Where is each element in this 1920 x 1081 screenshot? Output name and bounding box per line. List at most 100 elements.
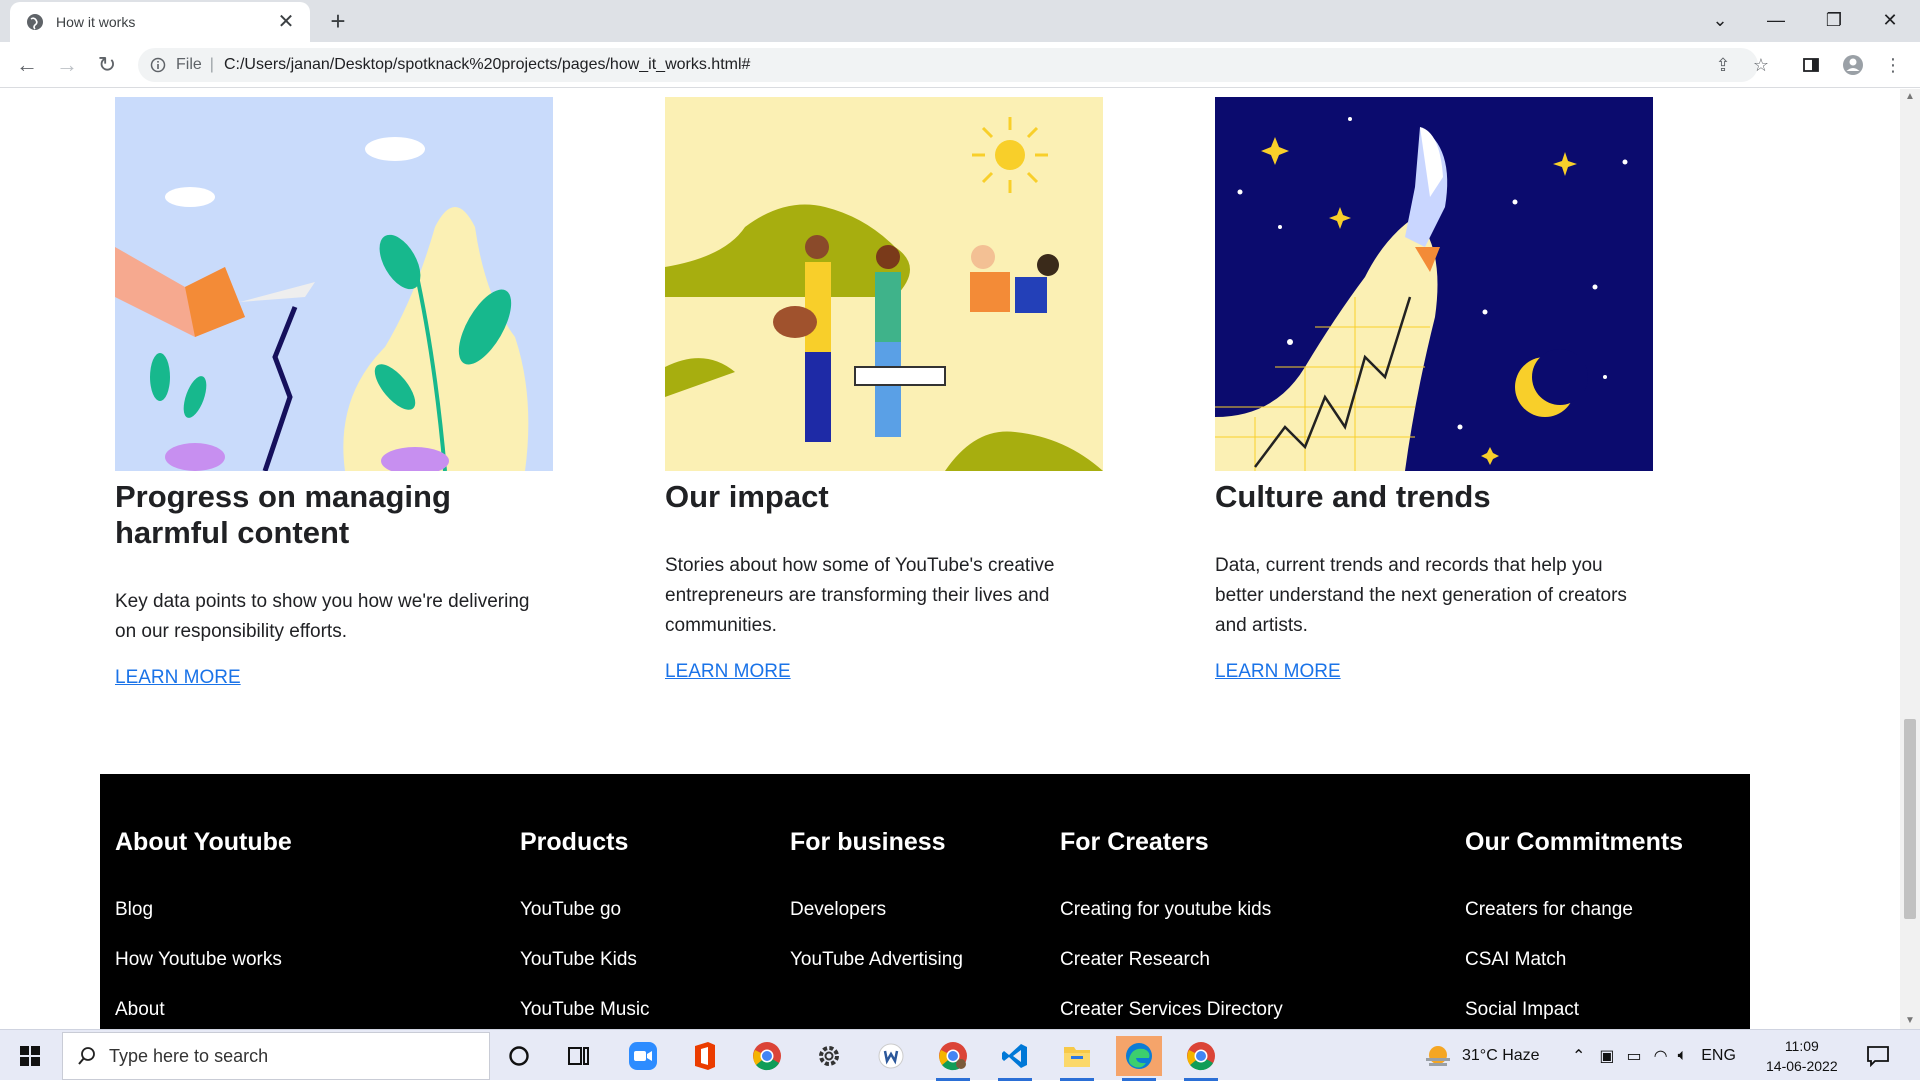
browser-tab[interactable]: How it works ✕ [10,2,310,42]
browser-toolbar: ← → ↻ File | C:/Users/janan/Desktop/spot… [0,42,1920,88]
language-indicator[interactable]: ENG [1701,1047,1736,1065]
edge-app-icon[interactable] [1116,1036,1162,1081]
footer-link[interactable]: YouTube go [520,897,650,947]
footer-link[interactable]: Social Impact [1465,997,1683,1029]
learn-more-link[interactable]: LEARN MORE [115,667,241,689]
footer-link[interactable]: YouTube Music [520,997,650,1029]
card-title: Culture and trends [1215,479,1491,514]
vscode-app-icon[interactable] [992,1036,1038,1081]
scroll-up-arrow-icon[interactable]: ▲ [1905,91,1915,102]
footer-link[interactable]: Blog [115,897,292,947]
device-icon[interactable]: ▣ [1599,1046,1614,1066]
footer-column-about: About Youtube Blog How Youtube works Abo… [115,774,292,1029]
footer-column-products: Products YouTube go YouTube Kids YouTube… [520,774,650,1029]
battery-icon[interactable]: ▭ [1627,1046,1642,1066]
footer-heading: Products [520,828,629,856]
footer-column-commitments: Our Commitments Creaters for change CSAI… [1465,774,1683,1029]
side-panel-icon[interactable] [1798,52,1824,78]
globe-icon [27,14,43,30]
clock[interactable]: 11:09 14-06-2022 [1766,1030,1838,1081]
task-view-icon[interactable] [556,1036,602,1076]
site-footer: About Youtube Blog How Youtube works Abo… [100,774,1750,1029]
card-our-impact: Our impact Stories about how some of You… [665,97,1103,683]
card-description: Stories about how some of YouTube's crea… [665,555,1055,636]
footer-heading: For business [790,828,946,856]
share-icon[interactable]: ⇪ [1710,52,1736,78]
close-window-button[interactable]: ✕ [1862,0,1918,40]
info-icon[interactable] [150,57,166,73]
forward-button[interactable]: → [52,50,82,80]
footer-link[interactable]: Developers [790,897,963,947]
footer-heading: For Creaters [1060,828,1209,856]
restore-button[interactable]: ❐ [1806,0,1862,40]
profile-avatar-icon[interactable] [1840,52,1866,78]
menu-kebab-icon[interactable]: ⋮ [1880,52,1906,78]
tab-title: How it works [56,14,136,30]
volume-icon[interactable]: 🔈︎ [1678,1047,1688,1065]
new-tab-button[interactable]: + [322,6,354,38]
cortana-icon[interactable] [496,1036,542,1076]
search-placeholder: Type here to search [109,1045,269,1066]
windows-start-icon[interactable] [10,1040,50,1072]
office-app-icon[interactable] [682,1036,728,1076]
show-hidden-icons-chevron-icon[interactable]: ⌃ [1572,1046,1585,1066]
footer-column-creaters: For Creaters Creating for youtube kids C… [1060,774,1283,1029]
page-scrollbar[interactable]: ▲ ▼ [1900,89,1920,1029]
minimize-button[interactable]: — [1748,0,1804,40]
search-icon [78,1047,95,1065]
file-label: File [176,56,202,73]
clock-time: 11:09 [1784,1037,1819,1054]
illustration-musicians [665,97,1103,471]
url-text[interactable]: C:/Users/janan/Desktop/spotknack%20proje… [224,56,750,74]
card-description: Key data points to show you how we're de… [115,591,530,642]
address-bar[interactable]: File | C:/Users/janan/Desktop/spotknack%… [138,48,1758,82]
scroll-down-arrow-icon[interactable]: ▼ [1905,1015,1915,1026]
footer-link[interactable]: How Youtube works [115,947,292,997]
weather-haze-icon [1426,1045,1450,1066]
wifi-icon[interactable]: ◠ [1654,1046,1668,1066]
card-harmful-content: Progress on managing harmful content Key… [115,97,553,689]
footer-heading: About Youtube [115,828,292,856]
back-button[interactable]: ← [12,50,42,80]
taskbar-search-box[interactable]: Type here to search [62,1032,490,1080]
footer-link[interactable]: Creating for youtube kids [1060,897,1283,947]
settings-gear-icon[interactable] [806,1036,852,1076]
bookmark-star-icon[interactable]: ☆ [1748,52,1774,78]
card-culture-trends: Culture and trends Data, current trends … [1215,97,1653,683]
browser-titlebar: How it works ✕ + ⌄ — ❐ ✕ [0,0,1920,42]
footer-column-business: For business Developers YouTube Advertis… [790,774,963,997]
card-title: Progress on managing harmful content [115,479,451,550]
weather-text: 31°C Haze [1462,1046,1540,1064]
file-explorer-icon[interactable] [1054,1036,1100,1081]
footer-link[interactable]: YouTube Kids [520,947,650,997]
reload-button[interactable]: ↻ [92,50,122,80]
learn-more-link[interactable]: LEARN MORE [1215,661,1341,683]
tray-icons: ⌃ ▣ ▭ ◠ 🔈︎ ENG [1572,1030,1736,1081]
illustration-rocket [1215,97,1653,471]
tab-close-icon[interactable]: ✕ [274,12,298,32]
clock-date: 14-06-2022 [1766,1057,1838,1074]
scrollbar-thumb[interactable] [1904,719,1916,919]
footer-link[interactable]: CSAI Match [1465,947,1683,997]
word-app-icon[interactable] [868,1036,914,1076]
notifications-icon[interactable] [1866,1030,1890,1081]
chrome-app-icon[interactable] [744,1036,790,1076]
chrome-profile-app-icon[interactable] [930,1036,976,1081]
card-title: Our impact [665,479,829,514]
footer-link[interactable]: About [115,997,292,1029]
footer-link[interactable]: Creaters for change [1465,897,1683,947]
page-viewport: Progress on managing harmful content Key… [0,89,1900,1029]
learn-more-link[interactable]: LEARN MORE [665,661,791,683]
footer-link[interactable]: Creater Research [1060,947,1283,997]
windows-taskbar: Type here to search 31°C Haze ⌃ ▣ ▭ ◠ 🔈︎… [0,1029,1920,1081]
footer-link[interactable]: YouTube Advertising [790,947,963,997]
footer-link[interactable]: Creater Services Directory [1060,997,1283,1029]
illustration-plants-knife [115,97,553,471]
weather-widget[interactable]: 31°C Haze [1424,1030,1540,1081]
chrome-browser-app-icon[interactable] [1178,1036,1224,1081]
card-description: Data, current trends and records that he… [1215,555,1627,636]
address-separator: | [209,56,214,73]
tab-search-icon[interactable]: ⌄ [1692,0,1748,40]
footer-heading: Our Commitments [1465,828,1684,856]
zoom-app-icon[interactable] [620,1036,666,1076]
